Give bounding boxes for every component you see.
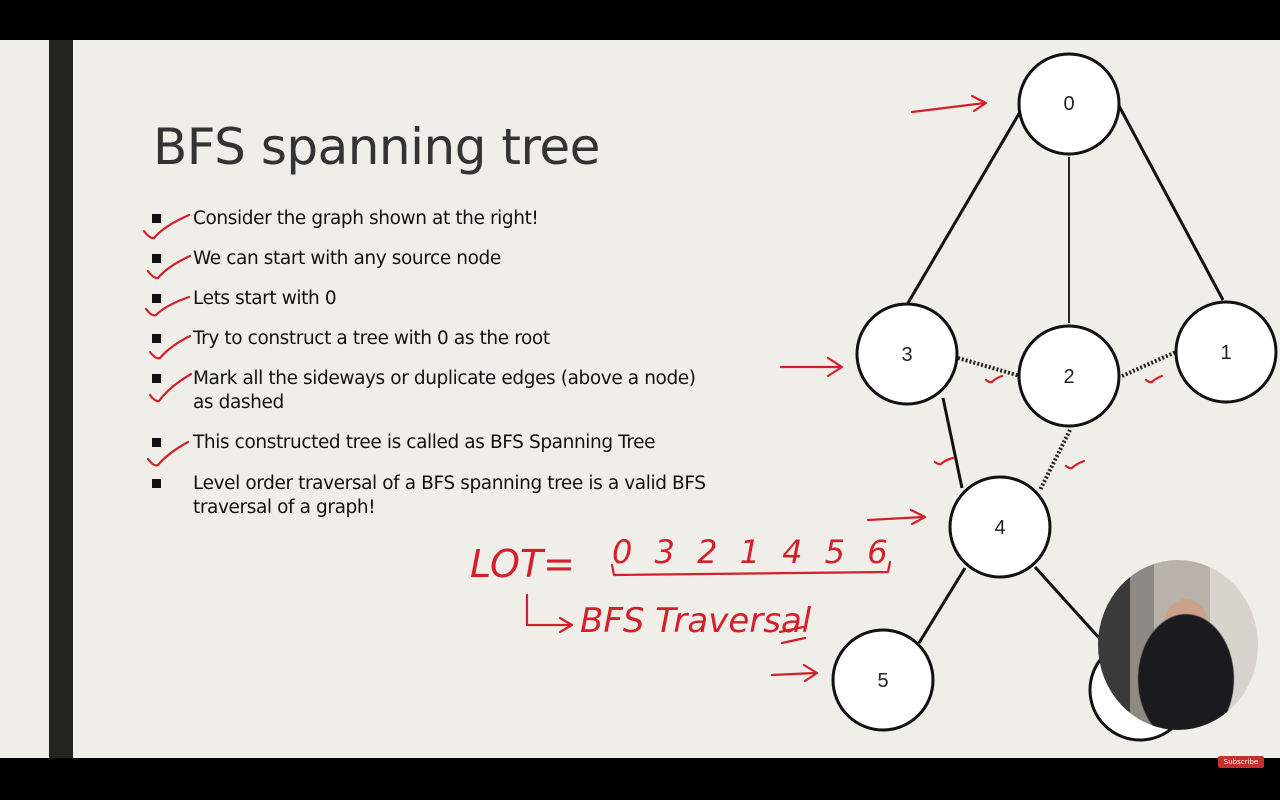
edge-4-5 [917,567,967,644]
node-label: 1 [1220,342,1231,364]
edge-0-3 [906,111,1022,304]
check-mark [146,254,192,280]
arrow-to-node-5 [770,663,819,683]
node-label: 3 [901,344,912,366]
lot-sequence: 0 3 2 1 4 5 6 [612,533,894,571]
edge-0-1 [1116,103,1225,301]
arrow-to-node-4 [866,508,927,526]
edge-3-4 [941,397,964,489]
bfs-traversal-note: BFS Traversal [580,601,812,641]
check-mark [148,372,193,403]
node-label: 2 [1063,366,1074,388]
dashed-edge-2-1 [1121,349,1179,378]
tick-mark [933,456,955,466]
check-mark [142,213,191,240]
check-mark [144,295,191,317]
dashed-edge-3-2 [957,356,1021,378]
graph-diagram: 0 3 2 1 4 5 6 [142,52,1278,742]
node-label: 4 [994,517,1005,539]
check-mark [148,334,192,360]
subscribe-button[interactable]: Subscribe [1218,756,1264,768]
tick-mark [1064,459,1086,470]
node-label: 5 [877,670,888,692]
tick-mark [1144,374,1164,384]
dashed-edge-2-4 [1038,429,1072,491]
tick-mark [984,374,1004,384]
hook-arrow [525,593,574,634]
node-label: 0 [1063,93,1074,115]
arrow-to-node-3 [779,356,844,378]
check-mark [146,440,190,467]
slide: BFS spanning tree Consider the graph sho… [0,40,1280,758]
arrow-to-node-0 [910,94,988,114]
lot-label: LOT= [470,542,575,586]
presenter-webcam [1098,560,1258,730]
